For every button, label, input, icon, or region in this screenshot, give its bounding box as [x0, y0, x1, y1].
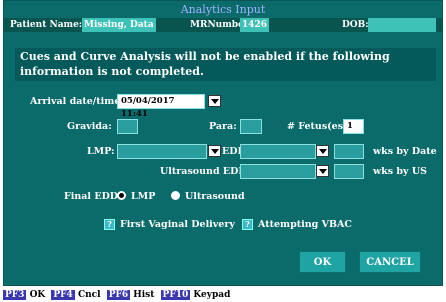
pf4-key[interactable]: PF4 [51, 290, 75, 300]
para-field[interactable] [240, 119, 262, 134]
first-vaginal-checkbox[interactable]: ? [104, 219, 115, 230]
final-edd-ultrasound-radio[interactable] [171, 191, 180, 200]
lmp-field[interactable] [117, 144, 207, 159]
arrival-dropdown-icon[interactable] [208, 95, 221, 107]
pf10-key[interactable]: PF10 [160, 290, 191, 300]
wks-by-us-label: wks by US [373, 166, 428, 177]
gravida-label: Gravida: [67, 121, 112, 132]
patient-name-label: Patient Name: [10, 20, 83, 30]
lmp-dropdown-icon[interactable] [208, 145, 221, 157]
required-info-notice: Cues and Curve Analysis will not be enab… [15, 48, 436, 81]
dob-label: DOB: [342, 20, 369, 30]
dialog-frame: Analytics Input Patient Name: Missing, D… [3, 0, 443, 286]
fetus-field[interactable]: 1 [343, 119, 364, 134]
para-label: Para: [209, 121, 237, 132]
lmp-label: LMP: [87, 146, 115, 157]
final-edd-lmp-label: LMP [131, 191, 156, 202]
window-title: Analytics Input [4, 1, 442, 18]
arrival-label: Arrival date/time: [30, 96, 124, 107]
fetus-label: # Fetus(es): [287, 121, 352, 132]
final-edd-lmp-radio[interactable] [117, 191, 126, 200]
us-edd-label: Ultrasound EDD: [160, 166, 251, 177]
first-vaginal-label: First Vaginal Delivery [120, 219, 235, 230]
patient-bar: Patient Name: Missing, Data MRNumber: 14… [4, 18, 442, 32]
arrival-datetime-field[interactable]: 05/04/2017 11:41 [117, 94, 205, 119]
patient-name-value: Missing, Data [82, 18, 156, 32]
function-key-bar: PF3 OK PF4 Cncl PF6 Hist PF10 Keypad [3, 289, 443, 302]
us-wks-field[interactable] [334, 164, 364, 179]
edd-wks-field[interactable] [334, 144, 364, 159]
pf3-key[interactable]: PF3 [3, 290, 27, 300]
edd-field[interactable] [240, 144, 316, 159]
analytics-input-window: Analytics Input Patient Name: Missing, D… [0, 0, 446, 302]
pf10-label: Keypad [193, 290, 231, 300]
wks-by-date-label: wks by Date [373, 146, 437, 157]
vbac-checkbox[interactable]: ? [242, 219, 253, 230]
pf6-label: Hist [133, 290, 155, 300]
vbac-label: Attempting VBAC [258, 219, 352, 230]
pf6-key[interactable]: PF6 [106, 290, 131, 300]
final-edd-label: Final EDD [64, 191, 119, 202]
pf3-label: OK [29, 290, 46, 300]
edd-dropdown-icon[interactable] [316, 145, 329, 157]
final-edd-ultrasound-label: Ultrasound [185, 191, 245, 202]
cancel-button[interactable]: CANCEL [359, 251, 421, 273]
dob-value [368, 18, 436, 32]
ok-button[interactable]: OK [299, 251, 346, 273]
us-edd-dropdown-icon[interactable] [316, 165, 329, 177]
pf4-label: Cncl [77, 290, 101, 300]
us-edd-field[interactable] [240, 164, 316, 179]
mrn-value: 1426 [240, 18, 270, 32]
gravida-field[interactable] [117, 119, 138, 134]
